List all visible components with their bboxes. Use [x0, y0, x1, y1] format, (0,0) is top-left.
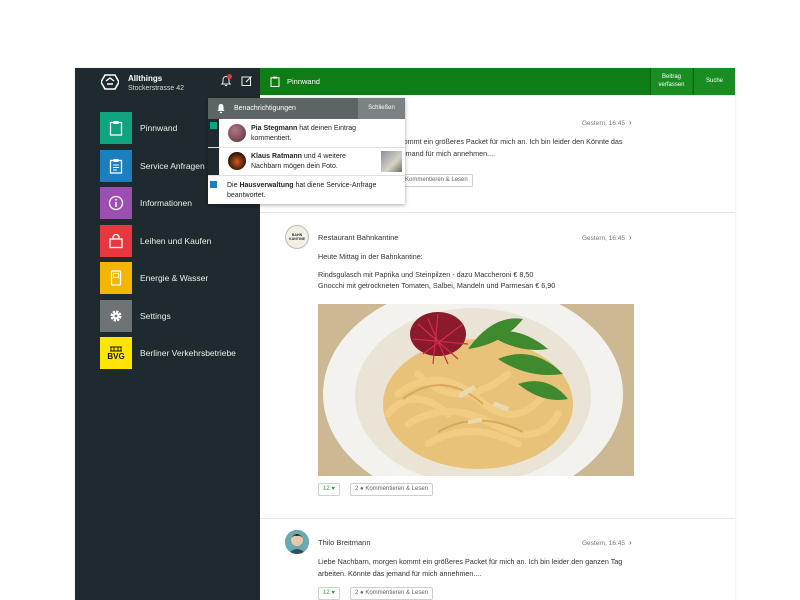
write-post-button[interactable]: Beitrag verfassen [650, 68, 692, 95]
app-window: Allthings Stockerstrasse 42 Pinnwand Ser… [75, 68, 735, 600]
notification-gutter [208, 148, 219, 175]
like-button[interactable]: 12 ♥ [318, 483, 340, 496]
photo-thumbnail [381, 151, 402, 172]
brand-name: Allthings [128, 74, 163, 83]
sidebar-item-energie-wasser[interactable]: Energie & Wasser [100, 262, 260, 300]
notifications-popup: Benachrichtigungen Schließen Pia Stegman… [208, 98, 405, 204]
sidebar-item-label: Service Anfragen [140, 160, 205, 171]
notification-text: Die Hausverwaltung hat diene Service-Anf… [227, 182, 377, 199]
comments-label: Kommentieren & Lesen [365, 590, 429, 596]
comment-count: 2 [355, 486, 359, 492]
gear-icon [100, 299, 132, 332]
like-button[interactable]: 12 ♥ [318, 587, 340, 600]
post-text-intro: Heute Mittag in der Bahnkantine: [318, 252, 423, 261]
shopping-bag-icon [100, 224, 132, 257]
heart-icon: ♥ [331, 486, 335, 492]
compose-icon[interactable] [241, 75, 253, 87]
bvg-logo-text: BVG [107, 352, 125, 361]
notification-text: Klaus Ratmann und 4 weitere Nachbarn mög… [251, 153, 346, 170]
sidebar-item-label: Informationen [140, 198, 192, 208]
heart-icon: ♥ [331, 590, 335, 596]
sidebar-item-label: Leihen und Kaufen [140, 235, 212, 246]
sidebar-item-settings[interactable]: Settings [100, 299, 260, 338]
like-count: 12 [323, 590, 330, 596]
bell-icon [217, 104, 225, 114]
notification-text: Pia Stegmann hat deinen Eintrag kommenti… [251, 125, 357, 142]
comment-count: 2 [355, 590, 359, 596]
post-time[interactable]: Gestern, 16:45 › [582, 233, 632, 242]
post-card: BAHN KANTINE Restaurant Bahnkantine Gest… [260, 213, 735, 519]
notification-item[interactable]: Klaus Ratmann und 4 weitere Nachbarn mög… [208, 148, 405, 175]
post-time[interactable]: Gestern, 16:45 › [582, 118, 632, 127]
write-post-label-line1: Beitrag [661, 74, 681, 80]
post-time[interactable]: Gestern, 16:45 › [582, 538, 632, 547]
checklist-icon [100, 149, 132, 182]
clipboard-icon [100, 112, 132, 144]
pasta-photo-illustration [318, 304, 634, 476]
sidebar-item-berliner-verkehrsbetriebe[interactable]: BVG Berliner Verkehrsbetriebe [100, 337, 260, 375]
notifications-header: Benachrichtigungen Schließen [208, 98, 405, 119]
post-text: Liebe Nachbarn, morgen kommt ein größere… [318, 557, 623, 578]
notifications-title: Benachrichtigungen [234, 105, 296, 112]
clipboard-icon [270, 76, 280, 87]
service-category-icon [210, 181, 217, 188]
notification-dot [227, 74, 232, 79]
notification-item[interactable]: Pia Stegmann hat deinen Eintrag kommenti… [208, 119, 405, 147]
chevron-right-icon: › [629, 538, 632, 547]
comments-button[interactable]: 2 ● Kommentieren & Lesen [350, 587, 434, 600]
chevron-right-icon: › [629, 118, 632, 127]
sidebar-item-label: Pinnwand [140, 123, 178, 133]
search-button[interactable]: Suche [693, 68, 735, 95]
notification-item[interactable]: Die Hausverwaltung hat diene Service-Anf… [208, 176, 405, 204]
comment-bubble-icon: ● [360, 590, 364, 596]
sidebar-item-label: Energie & Wasser [140, 273, 209, 283]
post-author[interactable]: Restaurant Bahnkantine [318, 233, 398, 242]
avatar[interactable]: BAHN KANTINE [285, 225, 309, 249]
comment-bubble-icon: ● [360, 486, 364, 492]
bvg-logo: BVG [100, 337, 132, 369]
post-photo[interactable] [318, 304, 634, 476]
like-count: 12 [323, 486, 330, 492]
write-post-label-line2: verfassen [658, 82, 685, 88]
avatar-text: BAHN KANTINE [289, 233, 305, 241]
post-text-menu-1: Rindsgulasch mit Paprika und Steinpilzen… [318, 270, 534, 279]
post-text: kommt ein größeres Packet für mich an. I… [400, 137, 623, 158]
sidebar-item-label: Berliner Verkehrsbetriebe [140, 348, 236, 358]
sidebar-item-label: Settings [140, 310, 171, 321]
pinnwand-category-icon [210, 122, 217, 129]
sidebar-item-leihen-und-kaufen[interactable]: Leihen und Kaufen [100, 224, 260, 263]
comments-button[interactable]: Kommentieren & Lesen [400, 174, 473, 187]
allthings-logo-icon [101, 74, 119, 90]
info-icon [100, 187, 132, 219]
page-title: Pinnwand [287, 77, 320, 86]
avatar[interactable] [285, 530, 309, 554]
comments-button[interactable]: 2 ● Kommentieren & Lesen [350, 483, 434, 496]
meter-icon [100, 262, 132, 294]
brand-address: Stockerstrasse 42 [128, 85, 185, 92]
post-author[interactable]: Thilo Breitmann [318, 538, 371, 547]
close-notifications-button[interactable]: Schließen [358, 98, 405, 119]
avatar [228, 152, 246, 170]
comments-label: Kommentieren & Lesen [365, 486, 429, 492]
brand: Allthings Stockerstrasse 42 [75, 68, 260, 96]
post-text-menu-2: Gnocchi mit getrockneten Tomaten, Salbei… [318, 281, 556, 290]
person-avatar-illustration [285, 530, 309, 554]
top-bar: Pinnwand Beitrag verfassen Suche [260, 68, 735, 95]
post-card: Thilo Breitmann Gestern, 16:45 › Liebe Na… [260, 520, 735, 600]
chevron-right-icon: › [629, 233, 632, 242]
avatar [228, 124, 246, 142]
